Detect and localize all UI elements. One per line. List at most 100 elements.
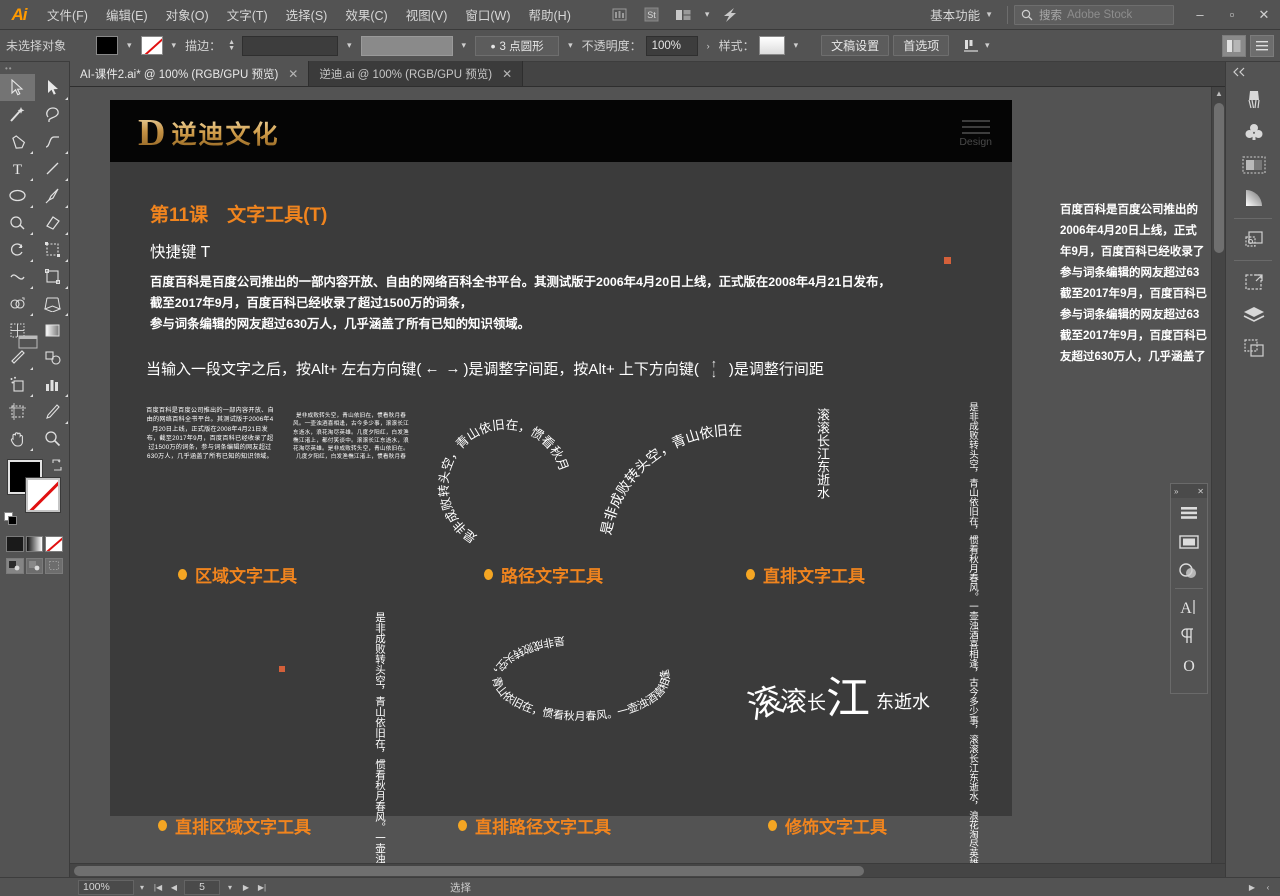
rotate-tool[interactable] (0, 236, 35, 263)
align-panel-icon[interactable] (1171, 498, 1207, 527)
prev-artboard-icon[interactable]: ◀ (166, 879, 182, 895)
paintbrush-tool[interactable] (35, 182, 70, 209)
vertical-type-sample[interactable]: 滚滚长江东逝水 (814, 408, 831, 548)
gradient-mode-button[interactable] (25, 536, 44, 552)
floating-panel[interactable]: » ✕ A O (1170, 483, 1208, 694)
artboards-panel-icon[interactable] (1226, 265, 1280, 298)
opacity-field[interactable]: 100% (645, 35, 698, 56)
stroke-weight-field[interactable] (242, 35, 339, 56)
paragraph-panel-icon[interactable] (1171, 621, 1207, 650)
shape-builder-tool[interactable] (0, 290, 35, 317)
transparency-panel-icon[interactable] (1226, 148, 1280, 181)
curvature-tool[interactable] (35, 128, 70, 155)
align-caret-icon[interactable]: ▾ (980, 40, 995, 51)
menu-effect[interactable]: 效果(C) (336, 0, 396, 30)
menu-view[interactable]: 视图(V) (397, 0, 457, 30)
stroke-weight-caret-icon[interactable]: ▾ (342, 40, 357, 51)
swap-fill-stroke-icon[interactable] (51, 458, 63, 471)
draw-inside-button[interactable] (45, 558, 64, 574)
brushes-panel-icon[interactable] (1226, 82, 1280, 115)
links-panel-icon[interactable] (1226, 331, 1280, 364)
pathfinder-panel-icon[interactable] (1171, 527, 1207, 556)
shaper-tool[interactable] (0, 209, 35, 236)
minimize-button[interactable]: – (1184, 3, 1216, 27)
layers-panel-icon[interactable] (1226, 298, 1280, 331)
tools-panel-grip[interactable]: •• (0, 62, 69, 74)
free-transform-tool[interactable] (35, 263, 70, 290)
type-on-path-sample[interactable]: 是非成败转头空，青山依旧在，惯看秋月 (410, 398, 600, 558)
stock-search-box[interactable]: 搜索 Adobe Stock (1014, 4, 1174, 25)
width-tool[interactable] (0, 263, 35, 290)
vertical-type-on-path-sample[interactable]: 是非成败转头空，青山依旧在，惯看秋月春风。一壶浊酒喜相逢 (466, 616, 696, 746)
pen-tool[interactable] (0, 128, 35, 155)
style-caret-icon[interactable]: ▾ (789, 40, 804, 51)
vertical-type-sample-2[interactable]: 是非成败转头空，青山依旧在，惯看秋月春风。一壶浊酒喜相逢，古今多少事，滚滚长江东… (850, 402, 980, 877)
canvas-area[interactable]: 百度百科是百度公司推出的 2006年4月20日上线，正式 年9月，百度百科已经收… (70, 87, 1225, 877)
horizontal-scroll-thumb[interactable] (74, 866, 864, 876)
draw-behind-button[interactable] (25, 558, 44, 574)
slice-tool[interactable] (35, 398, 70, 425)
vertical-scroll-thumb[interactable] (1214, 103, 1224, 253)
align-dropdown[interactable]: ▾ (953, 36, 1005, 56)
appearance-panel-icon[interactable] (1171, 556, 1207, 585)
stroke-profile-field[interactable] (360, 35, 453, 56)
label-vertical-area-type-tool[interactable]: 直排区域文字工具 (158, 813, 311, 838)
body-paragraph[interactable]: 百度百科是百度公司推出的一部内容开放、自由的网络百科全书平台。其测试版于2006… (150, 272, 980, 335)
artboard-tool[interactable] (0, 398, 35, 425)
eraser-tool[interactable] (35, 209, 70, 236)
label-type-on-path-tool[interactable]: 路径文字工具 (484, 562, 603, 587)
close-panel-icon[interactable]: ✕ (1197, 487, 1204, 496)
document-tab-2[interactable]: 逆迪.ai @ 100% (RGB/GPU 预览) ✕ (309, 61, 524, 86)
brush-definition-caret-icon[interactable]: ▾ (563, 40, 578, 51)
none-mode-button[interactable] (45, 536, 64, 552)
maximize-button[interactable]: ▫ (1216, 3, 1248, 27)
last-artboard-icon[interactable]: ▶| (254, 879, 270, 895)
label-area-type-tool[interactable]: 区域文字工具 (178, 562, 297, 587)
floating-panel-header[interactable]: » ✕ (1171, 484, 1207, 498)
status-menu-icon[interactable]: ‹ (1260, 879, 1276, 895)
graphic-style-swatch[interactable] (758, 36, 785, 55)
ellipse-tool[interactable] (0, 182, 35, 209)
close-icon[interactable]: ✕ (288, 67, 298, 81)
hint-line[interactable]: 当输入一段文字之后，按Alt+ 左右方向键( ← → )是调整字间距，按Alt+… (146, 358, 824, 379)
vertical-scrollbar[interactable]: ▲ ▼ (1211, 87, 1225, 877)
zoom-dropdown-icon[interactable]: ▾ (134, 879, 150, 895)
touch-type-sample[interactable]: 滚滚长江 东逝水 (743, 660, 930, 727)
label-touch-type-tool[interactable]: 修饰文字工具 (768, 813, 887, 838)
fill-color-swatch[interactable] (96, 36, 118, 55)
document-tab-1[interactable]: AI-课件2.ai* @ 100% (RGB/GPU 预览) ✕ (70, 61, 310, 86)
line-segment-tool[interactable] (35, 155, 70, 182)
zoom-level-field[interactable]: 100% (78, 879, 134, 895)
character-panel-icon[interactable]: A (1171, 592, 1207, 621)
artboard-dropdown-icon[interactable]: ▾ (222, 879, 238, 895)
stock-icon[interactable]: St (639, 5, 665, 25)
area-type-sample-2[interactable]: 是非成败转头空，青山依旧在，惯看秋月春风。一壶浊酒喜相逢，古今多少事，滚滚长江东… (292, 412, 410, 462)
lasso-tool[interactable] (35, 101, 70, 128)
symbols-panel-icon[interactable] (1226, 115, 1280, 148)
transform-panel-icon[interactable] (1226, 223, 1280, 256)
menu-type[interactable]: 文字(T) (218, 0, 277, 30)
preferences-button[interactable]: 首选项 (893, 35, 950, 56)
lesson-title[interactable]: 第11课 文字工具(T) (150, 200, 327, 227)
menu-file[interactable]: 文件(F) (38, 0, 97, 30)
stroke-profile-caret-icon[interactable]: ▾ (457, 40, 472, 51)
symbol-sprayer-tool[interactable] (0, 371, 35, 398)
area-type-sample[interactable]: 百度百科是百度公司推出的一部内容开放、自由的网络百科全书平台。其测试版于2006… (146, 406, 274, 462)
type-on-path-sample-2[interactable]: 是非成败转头空，青山依旧在 (590, 400, 790, 560)
artboard[interactable]: D 逆迪文化 Design 第11课 文字工具(T) 快捷键 T 百度百科是百度… (110, 100, 1012, 877)
first-artboard-icon[interactable]: |◀ (150, 879, 166, 895)
panel-menu-button[interactable] (1250, 34, 1274, 57)
perspective-grid-tool[interactable] (35, 290, 70, 317)
selection-tool[interactable] (0, 74, 35, 101)
opacity-caret-icon[interactable]: › (702, 41, 715, 51)
zoom-tool[interactable] (35, 425, 70, 452)
direct-selection-tool[interactable] (35, 74, 70, 101)
arrange-panel-toggle[interactable] (1222, 34, 1246, 57)
draw-normal-button[interactable] (6, 558, 24, 574)
workspace-switcher[interactable]: 基本功能 ▼ (922, 4, 1001, 26)
scratch-text-block[interactable]: 百度百科是百度公司推出的 2006年4月20日上线，正式 年9月，百度百科已经收… (1060, 200, 1225, 368)
collapse-panel-icon[interactable]: » (1174, 487, 1178, 496)
horizontal-scrollbar[interactable] (70, 863, 1225, 877)
status-next-icon[interactable]: ▶ (1244, 879, 1260, 895)
close-button[interactable]: ✕ (1248, 3, 1280, 27)
